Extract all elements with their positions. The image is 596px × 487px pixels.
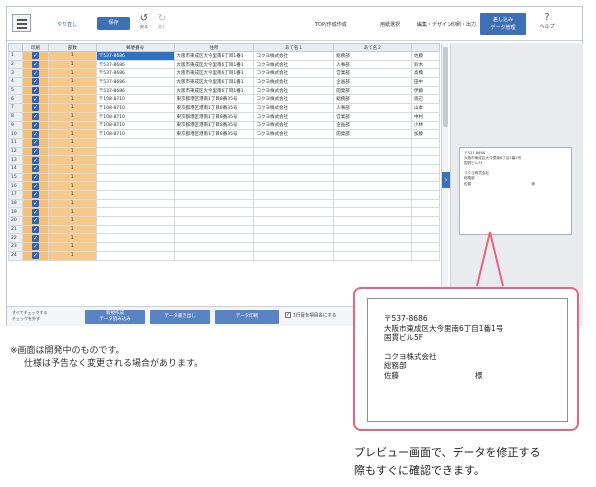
dev-note-line2: 仕様は予告なく変更される場合があります。: [24, 358, 204, 369]
caption: プレビュー画面で、データを修正する 際もすぐに確認できます。: [354, 444, 541, 480]
preview-address-line2: 国貫ビル5F: [384, 333, 424, 342]
preview-company: コクヨ株式会社: [384, 351, 437, 361]
dev-note: ※画面は開発中のものです。 仕様は予告なく変更される場合があります。: [10, 345, 203, 370]
dev-note-line1: ※画面は開発中のものです。: [10, 346, 125, 356]
preview-zip: 〒537-8686: [384, 314, 428, 323]
caption-line2: 際もすぐに確認できます。: [354, 464, 485, 477]
preview-honorific: 様: [475, 370, 483, 380]
preview-name: 佐藤: [384, 370, 399, 380]
caption-line1: プレビュー画面で、データを修正する: [354, 446, 541, 459]
large-preview: 〒537-8686 大阪市東成区大今里南6丁目1番1号 国貫ビル5F コクヨ株式…: [367, 298, 568, 422]
preview-department: 総務部: [384, 361, 407, 370]
preview-callout: 〒537-8686 大阪市東成区大今里南6丁目1番1号 国貫ビル5F コクヨ株式…: [353, 287, 579, 431]
preview-address-line1: 大阪市東成区大今里南6丁目1番1号: [384, 323, 504, 333]
